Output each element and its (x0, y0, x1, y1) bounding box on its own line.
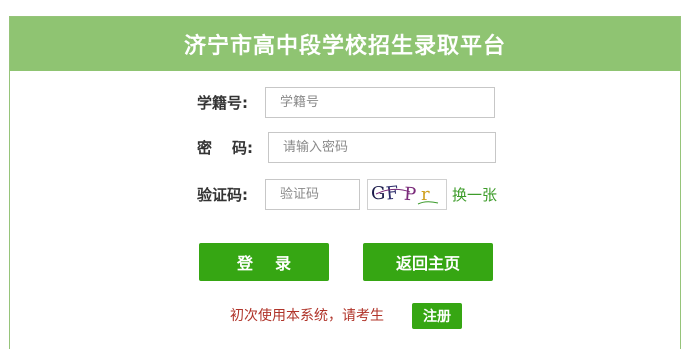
password-row: 密 码: (10, 132, 680, 164)
password-label-part1: 密 (197, 139, 213, 157)
captcha-label: 验证码: (197, 186, 248, 204)
captcha-image[interactable]: G F P r (367, 179, 447, 210)
password-input[interactable] (268, 132, 496, 163)
captcha-noise (375, 188, 439, 205)
captcha-input[interactable] (265, 179, 360, 210)
register-note: 初次使用本系统，请考生 (230, 308, 384, 324)
login-button-label: 登录 (236, 254, 313, 273)
login-panel: 济宁市高中段学校招生录取平台 学籍号: 密 码: 验证码: G F P r 换一张… (9, 16, 681, 349)
password-label-part2: 码: (232, 139, 254, 157)
student-id-label: 学籍号: (197, 94, 248, 112)
student-id-row: 学籍号: (10, 87, 680, 119)
login-button[interactable]: 登录 (199, 243, 329, 281)
student-id-input[interactable] (265, 87, 495, 118)
header-bar: 济宁市高中段学校招生录取平台 (10, 17, 680, 71)
home-button[interactable]: 返回主页 (363, 243, 493, 281)
register-button[interactable]: 注册 (412, 303, 462, 329)
captcha-row: 验证码: G F P r 换一张 (10, 179, 680, 211)
refresh-captcha-link[interactable]: 换一张 (452, 179, 497, 211)
password-label: 密 码: (197, 132, 253, 164)
page-title: 济宁市高中段学校招生录取平台 (183, 34, 506, 59)
